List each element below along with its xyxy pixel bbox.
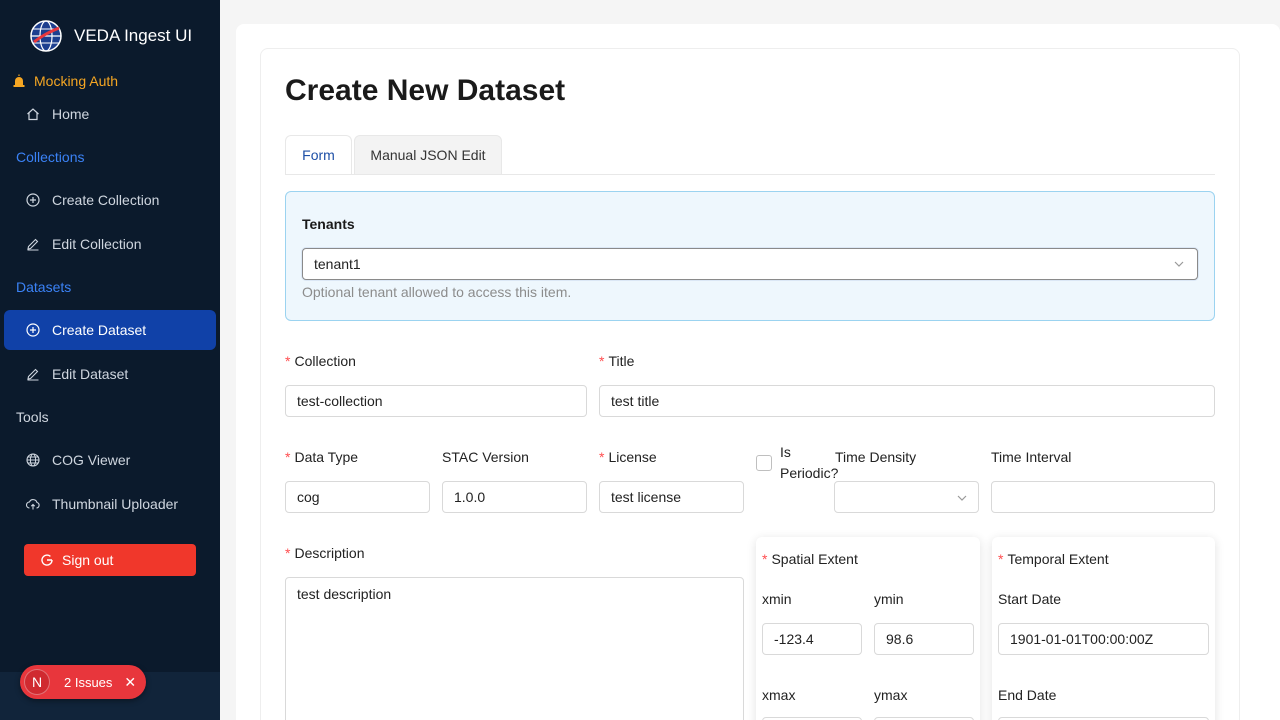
sidebar-item-label: Edit Collection [52, 236, 142, 252]
collection-input[interactable]: test-collection [285, 385, 587, 417]
required-mark: * [285, 353, 291, 369]
plus-circle-icon [26, 193, 40, 207]
next-logo-icon: N [24, 669, 50, 695]
ymin-input[interactable]: 98.6 [874, 623, 974, 655]
sidebar-item-thumbnail-uploader[interactable]: Thumbnail Uploader [4, 484, 216, 524]
sidebar-item-edit-collection[interactable]: Edit Collection [4, 224, 216, 264]
xmin-label: xmin [762, 591, 792, 607]
description-textarea[interactable]: test description [285, 577, 744, 720]
sidebar-item-cog-viewer[interactable]: COG Viewer [4, 440, 216, 480]
sidebar-item-label: Edit Dataset [52, 366, 129, 382]
xmax-label: xmax [762, 687, 796, 703]
data-type-label-text: Data Type [294, 449, 359, 465]
issues-badge[interactable]: N 2 Issues ✕ [20, 665, 146, 699]
description-label: * Description [285, 545, 364, 561]
edit-icon [27, 368, 39, 381]
required-mark: * [285, 545, 291, 561]
sidebar-item-label: Create Collection [52, 192, 160, 208]
stac-version-input[interactable]: 1.0.0 [442, 481, 587, 513]
page-title: Create New Dataset [285, 74, 566, 107]
required-mark: * [762, 551, 768, 567]
sign-out-button[interactable]: Sign out [24, 544, 196, 576]
tab-divider [285, 174, 1215, 175]
sidebar-item-label: COG Viewer [52, 452, 131, 468]
data-type-label: * Data Type [285, 449, 358, 465]
globe-icon [26, 453, 40, 467]
sidebar-group-tools[interactable]: Tools [16, 409, 49, 425]
time-interval-label: Time Interval [991, 449, 1072, 465]
cloud-upload-icon [26, 499, 40, 510]
sign-out-label: Sign out [62, 552, 114, 568]
chevron-down-icon [957, 495, 967, 501]
start-date-input[interactable]: 1901-01-01T00:00:00Z [998, 623, 1209, 655]
sidebar-item-label: Home [52, 106, 90, 122]
title-input[interactable]: test title [599, 385, 1215, 417]
stac-version-label: STAC Version [442, 449, 529, 465]
start-date-label: Start Date [998, 591, 1062, 607]
time-density-label: Time Density [835, 449, 917, 465]
collection-label-text: Collection [294, 353, 356, 369]
chevron-down-icon [1174, 261, 1184, 267]
xmin-input[interactable]: -123.4 [762, 623, 862, 655]
required-mark: * [599, 353, 605, 369]
title-label-text: Title [608, 353, 635, 369]
tenants-label: Tenants [302, 216, 355, 232]
auth-status-label: Mocking Auth [34, 73, 119, 89]
collection-label: * Collection [285, 353, 356, 369]
auth-status: Mocking Auth [12, 73, 118, 89]
time-interval-input[interactable] [991, 481, 1215, 513]
sidebar-group-collections[interactable]: Collections [16, 149, 84, 165]
issues-count: 2 Issues [64, 674, 113, 690]
edit-icon [27, 238, 39, 251]
spatial-extent-label: * Spatial Extent [762, 551, 858, 567]
nasa-globe-logo-icon [30, 20, 62, 52]
tenants-select-value: tenant1 [314, 256, 361, 272]
tab-manual-json-edit[interactable]: Manual JSON Edit [354, 135, 502, 175]
google-icon [41, 554, 53, 566]
app-title: VEDA Ingest UI [74, 26, 193, 45]
brand[interactable]: VEDA Ingest UI [30, 20, 192, 52]
spatial-extent-label-text: Spatial Extent [771, 551, 858, 567]
tenants-help-text: Optional tenant allowed to access this i… [302, 284, 572, 300]
end-date-label: End Date [998, 687, 1057, 703]
required-mark: * [599, 449, 605, 465]
close-icon[interactable]: ✕ [124, 674, 136, 691]
license-label-text: License [608, 449, 657, 465]
ymax-label: ymax [874, 687, 908, 703]
sidebar-item-create-collection[interactable]: Create Collection [4, 180, 216, 220]
is-periodic-checkbox[interactable] [756, 455, 772, 471]
sidebar-item-create-dataset[interactable]: Create Dataset [4, 310, 216, 350]
required-mark: * [998, 551, 1004, 567]
alarm-icon [13, 74, 25, 87]
sidebar-item-edit-dataset[interactable]: Edit Dataset [4, 354, 216, 394]
home-icon [27, 108, 39, 121]
required-mark: * [285, 449, 291, 465]
ymin-label: ymin [874, 591, 904, 607]
tab-form[interactable]: Form [285, 135, 352, 175]
sidebar: VEDA Ingest UI Mocking Auth Home Collect… [0, 0, 220, 720]
description-label-text: Description [294, 545, 365, 561]
sidebar-item-home[interactable]: Home [4, 94, 216, 134]
plus-circle-icon [26, 323, 40, 337]
title-label: * Title [599, 353, 634, 369]
temporal-extent-label: * Temporal Extent [998, 551, 1109, 567]
sidebar-item-label: Thumbnail Uploader [52, 496, 179, 512]
sidebar-group-datasets[interactable]: Datasets [16, 279, 71, 295]
tenants-select[interactable]: tenant1 [302, 248, 1198, 280]
sidebar-item-label: Create Dataset [52, 322, 147, 338]
data-type-input[interactable]: cog [285, 481, 430, 513]
license-label: * License [599, 449, 657, 465]
time-density-select[interactable] [834, 481, 979, 513]
temporal-extent-label-text: Temporal Extent [1007, 551, 1109, 567]
license-input[interactable]: test license [599, 481, 744, 513]
